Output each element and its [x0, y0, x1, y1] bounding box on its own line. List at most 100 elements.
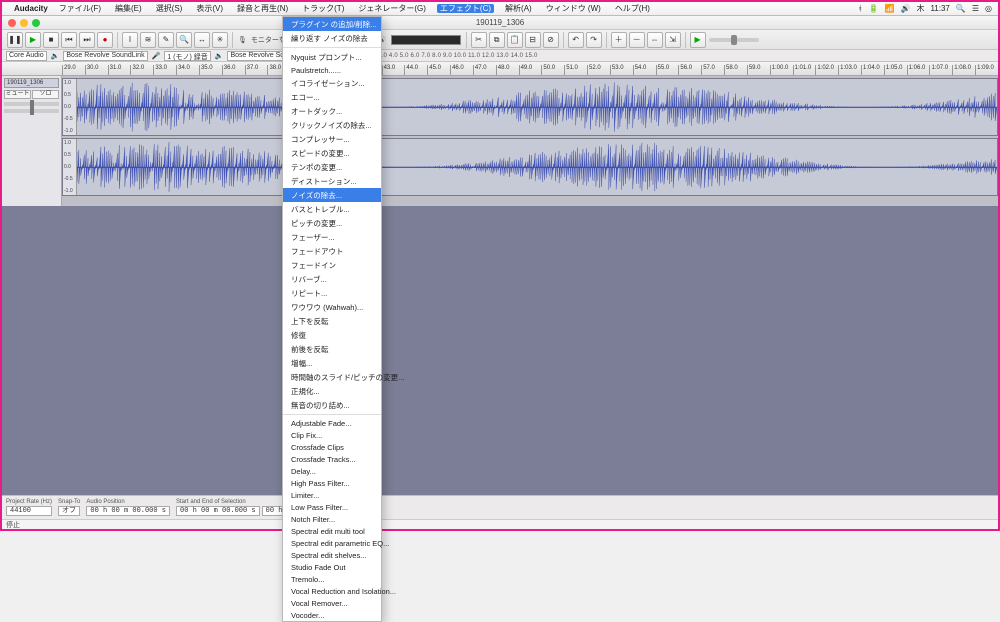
menu-item[interactable]: Tremolo...	[283, 573, 381, 585]
pan-slider[interactable]	[4, 109, 59, 113]
play-button[interactable]: ▶	[25, 32, 41, 48]
menu-item[interactable]: ピッチの変更...	[283, 216, 381, 230]
waveform-area[interactable]: 1.00.50.0-0.5-1.0 1.00.50.0-0.5-1.0	[62, 76, 998, 206]
menu-item[interactable]: エコー...	[283, 90, 381, 104]
zoom-in-button[interactable]: ＋	[611, 32, 627, 48]
menu-item[interactable]: Paulstretch......	[283, 64, 381, 76]
menu-item[interactable]: 無音の切り詰め...	[283, 398, 381, 412]
wifi-icon[interactable]: 📶	[885, 4, 895, 13]
menu-item[interactable]: Crossfade Clips	[283, 441, 381, 453]
menu-item[interactable]: イコライゼーション...	[283, 76, 381, 90]
minimize-icon[interactable]	[20, 19, 28, 27]
paste-button[interactable]: 📋	[507, 32, 523, 48]
menu-item[interactable]: バスとトレブル...	[283, 202, 381, 216]
spotlight-icon[interactable]: 🔍	[956, 4, 966, 13]
menu-item[interactable]: Spectral edit parametric EQ...	[283, 537, 381, 549]
menu-item[interactable]: ワウワウ (Wahwah)...	[283, 300, 381, 314]
menu-表示(V)[interactable]: 表示(V)	[193, 4, 226, 13]
record-button[interactable]: ●	[97, 32, 113, 48]
mute-button[interactable]: ミュート	[4, 90, 31, 99]
menu-トラック(T)[interactable]: トラック(T)	[299, 4, 347, 13]
timeshift-tool-button[interactable]: ↔	[194, 32, 210, 48]
zoom-icon[interactable]	[32, 19, 40, 27]
menu-item[interactable]: Crossfade Tracks...	[283, 453, 381, 465]
siri-icon[interactable]: ◎	[985, 4, 992, 13]
playback-device-select[interactable]: Bose Revolve SoundLink	[63, 51, 147, 61]
audio-position-field[interactable]: 00 h 00 m 00.000 s	[86, 506, 170, 516]
cut-button[interactable]: ✂	[471, 32, 487, 48]
menu-ウィンドウ (W)[interactable]: ウィンドウ (W)	[543, 4, 604, 13]
menu-選択(S)[interactable]: 選択(S)	[153, 4, 186, 13]
zoom-out-button[interactable]: －	[629, 32, 645, 48]
envelope-tool-button[interactable]: ≋	[140, 32, 156, 48]
solo-button[interactable]: ソロ	[32, 90, 59, 99]
menu-item[interactable]: Limiter...	[283, 489, 381, 501]
fit-selection-button[interactable]: ⇔	[647, 32, 663, 48]
menu-item[interactable]: Adjustable Fade...	[283, 417, 381, 429]
timeline-ruler[interactable]: 29.030.031.032.033.034.035.036.037.038.0…	[2, 62, 998, 76]
menu-エフェクト(C)[interactable]: エフェクト(C)	[437, 4, 494, 13]
project-rate-field[interactable]: 44100	[6, 506, 52, 516]
skip-start-button[interactable]: ⏮	[61, 32, 77, 48]
channel-left[interactable]: 1.00.50.0-0.5-1.0	[62, 78, 998, 136]
selection-tool-button[interactable]: I	[122, 32, 138, 48]
menu-ヘルプ(H)[interactable]: ヘルプ(H)	[612, 4, 653, 13]
menu-ジェネレーター(G)[interactable]: ジェネレーター(G)	[355, 4, 429, 13]
menu-編集(E)[interactable]: 編集(E)	[112, 4, 145, 13]
menu-item[interactable]: プラグイン の追加/削除...	[283, 17, 381, 31]
snap-to-select[interactable]: オフ	[58, 506, 80, 516]
menu-item[interactable]: 修復	[283, 328, 381, 342]
menu-item[interactable]: Studio Fade Out	[283, 561, 381, 573]
menu-item[interactable]: フェードアウト	[283, 244, 381, 258]
silence-button[interactable]: ⊘	[543, 32, 559, 48]
menu-item[interactable]: 上下を反転	[283, 314, 381, 328]
trim-button[interactable]: ⊟	[525, 32, 541, 48]
menu-item[interactable]: テンポの変更...	[283, 160, 381, 174]
notifications-icon[interactable]: ☰	[972, 4, 979, 13]
menu-item[interactable]: Spectral edit multi tool	[283, 525, 381, 537]
close-icon[interactable]	[8, 19, 16, 27]
track-name[interactable]: 190119_1306	[4, 78, 59, 88]
menu-item[interactable]: Spectral edit shelves...	[283, 549, 381, 561]
empty-tracks-area[interactable]	[2, 206, 998, 495]
menu-item[interactable]: リピート...	[283, 286, 381, 300]
menu-item[interactable]: ノイズの除去...	[283, 188, 381, 202]
channel-right[interactable]: 1.00.50.0-0.5-1.0	[62, 138, 998, 196]
gain-slider[interactable]	[4, 102, 59, 106]
copy-button[interactable]: ⧉	[489, 32, 505, 48]
menu-item[interactable]: オートダック...	[283, 104, 381, 118]
draw-tool-button[interactable]: ✎	[158, 32, 174, 48]
menu-item[interactable]: フェードイン	[283, 258, 381, 272]
selection-start-field[interactable]: 00 h 00 m 00.000 s	[176, 506, 260, 516]
menu-item[interactable]: フェーザー...	[283, 230, 381, 244]
menu-item[interactable]: Clip Fix...	[283, 429, 381, 441]
effects-menu-dropdown[interactable]: プラグイン の追加/削除...繰り返す ノイズの除去 Nyquist プロンプト.…	[282, 16, 382, 622]
pause-button[interactable]: ❚❚	[7, 32, 23, 48]
skip-end-button[interactable]: ⏭	[79, 32, 95, 48]
menu-item[interactable]: コンプレッサー...	[283, 132, 381, 146]
rec-meter-icon[interactable]: 🎙	[238, 36, 247, 44]
menu-item[interactable]: Delay...	[283, 465, 381, 477]
menu-item[interactable]: 増幅...	[283, 356, 381, 370]
menu-item[interactable]: Nyquist プロンプト...	[283, 50, 381, 64]
menu-item[interactable]: 時間軸のスライド/ピッチの変更...	[283, 370, 381, 384]
menu-item[interactable]: 繰り返す ノイズの除去	[283, 31, 381, 45]
rec-channels-select[interactable]: 1 (モノ) 録音	[164, 51, 210, 61]
menu-item[interactable]: スピードの変更...	[283, 146, 381, 160]
menu-item[interactable]: 正規化...	[283, 384, 381, 398]
menu-解析(A)[interactable]: 解析(A)	[502, 4, 535, 13]
menu-item[interactable]: High Pass Filter...	[283, 477, 381, 489]
menu-item[interactable]: Vocoder...	[283, 609, 381, 621]
menu-item[interactable]: Vocal Reduction and Isolation...	[283, 585, 381, 597]
menu-item[interactable]: ディストーション...	[283, 174, 381, 188]
playback-meter[interactable]	[391, 35, 461, 45]
menu-item[interactable]: クリックノイズの除去...	[283, 118, 381, 132]
audio-host-select[interactable]: Core Audio	[6, 51, 47, 61]
menu-録音と再生(N)[interactable]: 録音と再生(N)	[234, 4, 291, 13]
menu-item[interactable]: Vocal Remover...	[283, 597, 381, 609]
menu-item[interactable]: Low Pass Filter...	[283, 501, 381, 513]
playback-speed-slider[interactable]	[709, 38, 759, 42]
bluetooth-icon[interactable]: ᚼ	[858, 4, 863, 13]
undo-button[interactable]: ↶	[568, 32, 584, 48]
menu-item[interactable]: リバーブ...	[283, 272, 381, 286]
